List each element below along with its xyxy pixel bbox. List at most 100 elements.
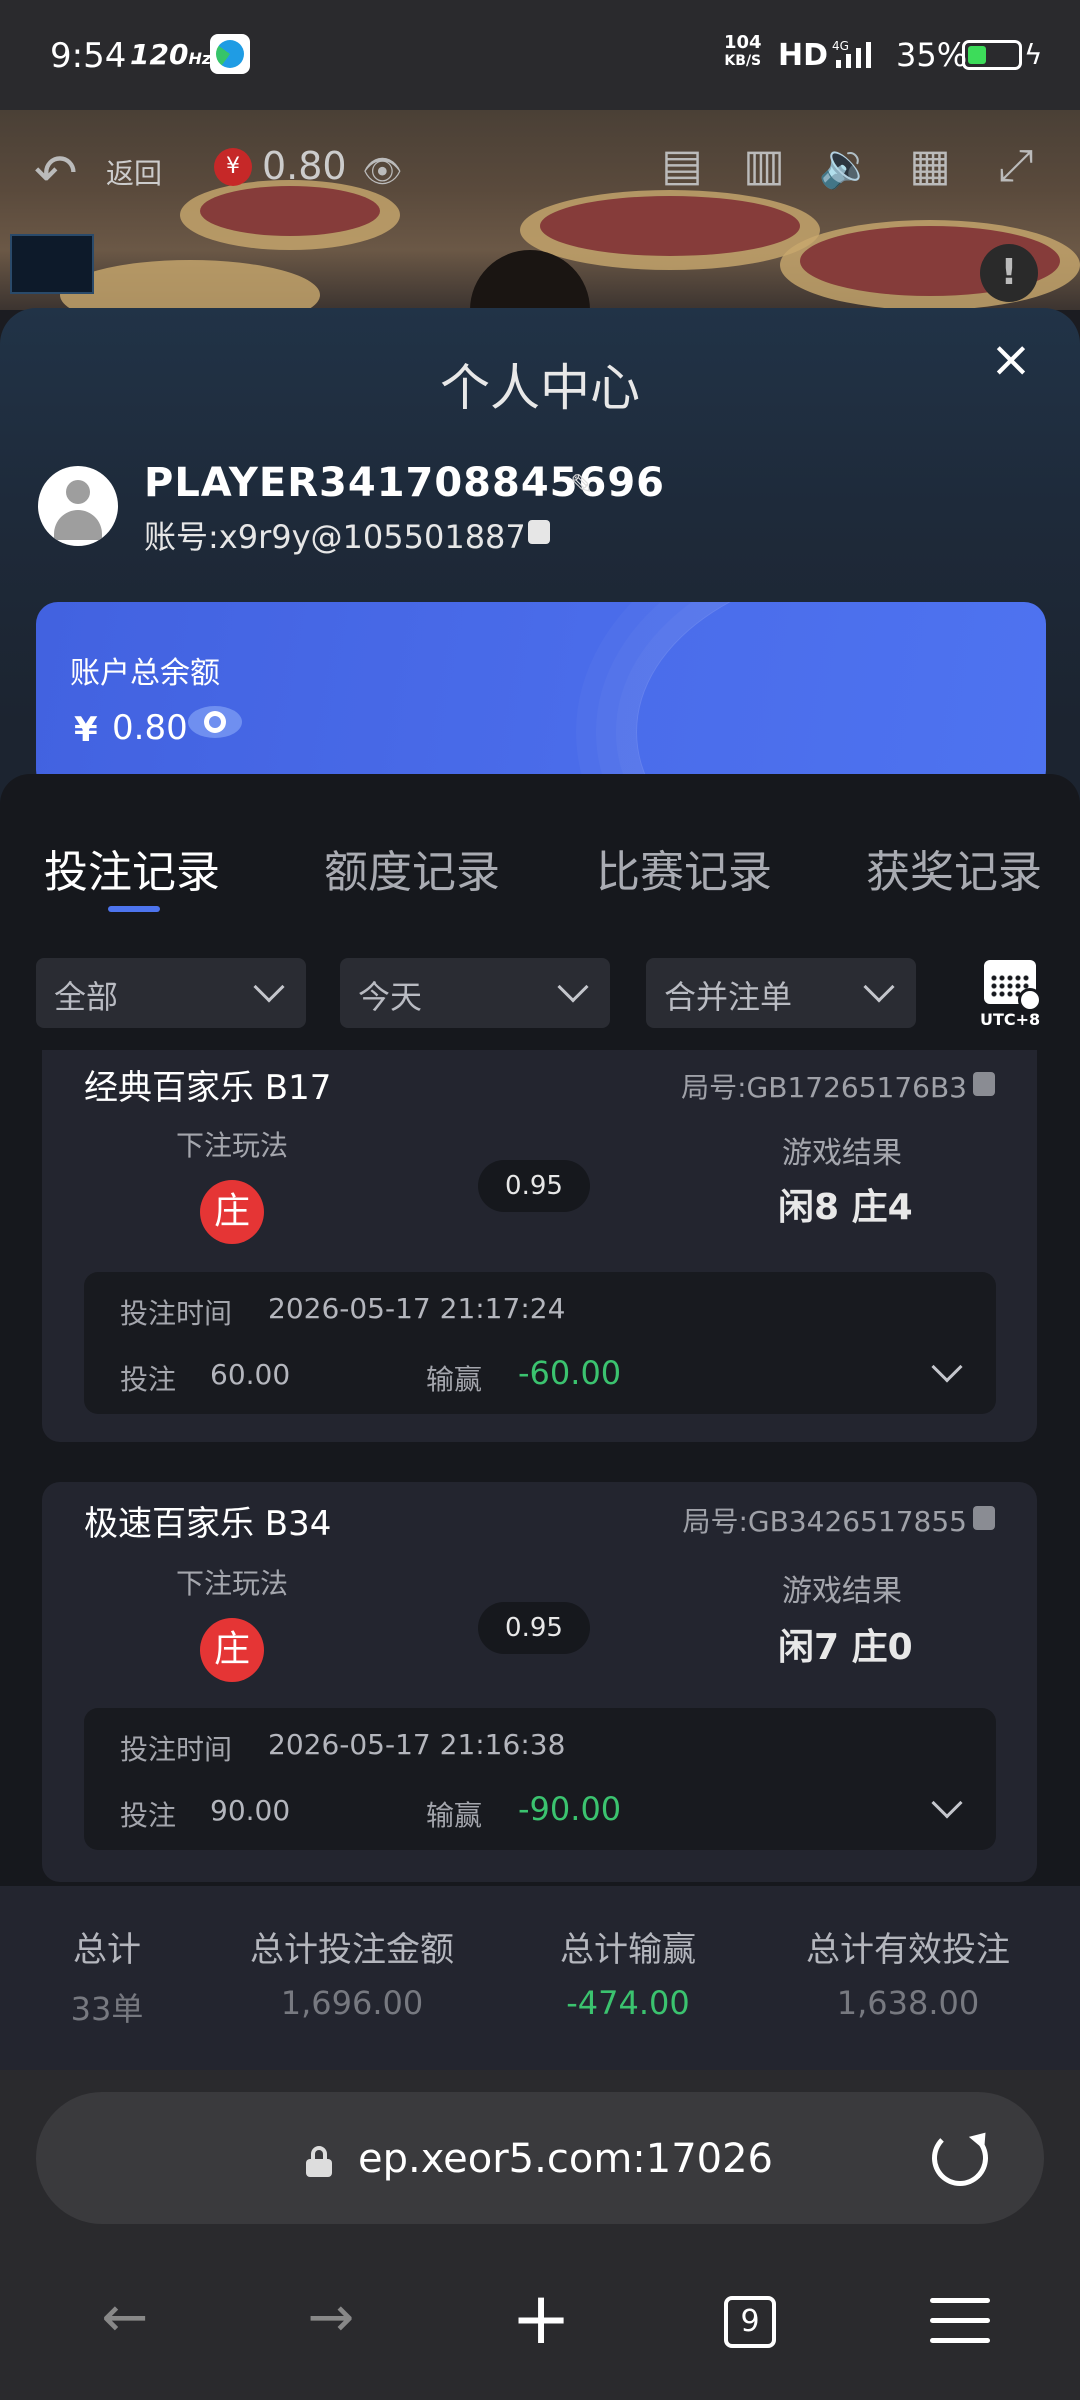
bet-amount-label: 投注 xyxy=(120,1799,177,1832)
status-bar: 9:54 120Hz 104 KB/S HD 4G 35% ϟ xyxy=(0,0,1080,110)
charging-icon: ϟ xyxy=(1024,38,1043,71)
network-type: 4G xyxy=(832,39,849,53)
round-id: 局号:GB17265176B3 xyxy=(681,1071,967,1104)
bet-detail: 投注时间 2026-05-17 21:16:38 投注 90.00 输赢 -90… xyxy=(84,1708,996,1850)
winloss-total: -474.00 xyxy=(566,1984,690,2022)
type-filter-dropdown[interactable]: 全部 xyxy=(36,958,306,1028)
volume-icon[interactable]: 🔉 xyxy=(818,138,874,194)
currency-symbol: ¥ xyxy=(74,710,98,750)
edge-app-icon xyxy=(210,34,250,74)
tab-match-records[interactable]: 比赛记录 xyxy=(596,836,772,900)
live-video-area: ↶ 返回 ¥ 0.80 👁 ▤ ▥ 🔉 ▦ ⤢ ! xyxy=(0,110,1080,310)
account-id: 账号:x9r9y@105501887 xyxy=(144,518,526,556)
balance-card: 账户总余额 ¥ 0.80 xyxy=(36,602,1046,792)
back-arrow-icon[interactable]: ↶ xyxy=(34,144,78,204)
avatar xyxy=(38,466,118,546)
bet-play-badge: 庄 xyxy=(200,1180,264,1244)
total-count: 33单 xyxy=(70,1990,144,2028)
winloss-label: 输赢 xyxy=(426,1363,483,1396)
game-result: 闲7 庄0 xyxy=(778,1627,913,1668)
total-count-label: 总计 xyxy=(73,1930,141,1970)
battery-percent: 35% xyxy=(896,36,968,74)
valid-bet-label: 总计有效投注 xyxy=(806,1930,1010,1970)
bet-play-label: 下注玩法 xyxy=(176,1567,289,1600)
menu-icon[interactable] xyxy=(930,2298,990,2344)
document-icon[interactable]: ▤ xyxy=(654,138,710,194)
bet-record-card[interactable]: 经典百家乐 B17 局号:GB17265176B3 下注玩法 庄 0.95 游戏… xyxy=(42,1050,1037,1442)
odds-pill: 0.95 xyxy=(478,1160,590,1212)
tab-switcher-button[interactable]: 9 xyxy=(724,2296,776,2348)
result-label: 游戏结果 xyxy=(782,1574,902,1609)
calendar-icon[interactable] xyxy=(984,960,1042,1012)
winloss-label: 输赢 xyxy=(426,1799,483,1832)
forward-icon[interactable]: → xyxy=(296,2288,366,2348)
chart-icon[interactable]: ▥ xyxy=(736,138,792,194)
tab-credit-records[interactable]: 额度记录 xyxy=(324,836,500,900)
game-name: 经典百家乐 B17 xyxy=(84,1068,332,1108)
net-speed: 104 KB/S xyxy=(724,32,762,70)
refresh-rate: 120Hz xyxy=(130,38,212,71)
reload-icon[interactable] xyxy=(932,2126,994,2186)
tab-prize-records[interactable]: 获奖记录 xyxy=(866,836,1042,900)
fullscreen-icon[interactable]: ⤢ xyxy=(988,138,1044,194)
overlay-balance: 0.80 xyxy=(262,144,347,188)
clock: 9:54 xyxy=(50,36,127,76)
bet-total: 1,696.00 xyxy=(280,1984,424,2022)
chevron-down-icon[interactable] xyxy=(931,1787,963,1819)
winloss-total-label: 总计输赢 xyxy=(560,1930,696,1970)
eye-icon[interactable] xyxy=(186,700,244,744)
copy-icon[interactable] xyxy=(973,1506,995,1530)
winloss-value: -60.00 xyxy=(518,1354,622,1392)
bet-amount: 60.00 xyxy=(210,1358,291,1391)
game-name: 极速百家乐 B34 xyxy=(84,1504,332,1544)
odds-pill: 0.95 xyxy=(478,1602,590,1654)
copy-icon[interactable] xyxy=(973,1072,995,1096)
merge-filter-dropdown[interactable]: 合并注单 xyxy=(646,958,916,1028)
hd-indicator: HD xyxy=(778,38,829,73)
result-label: 游戏结果 xyxy=(782,1136,902,1171)
bet-play-label: 下注玩法 xyxy=(176,1129,289,1162)
balance-label: 账户总余额 xyxy=(70,656,220,691)
back-button[interactable]: 返回 xyxy=(106,152,162,192)
bet-time: 2026-05-17 21:16:38 xyxy=(268,1728,566,1761)
valid-bet-total: 1,638.00 xyxy=(836,1984,980,2022)
chevron-down-icon xyxy=(557,971,589,1003)
chevron-down-icon[interactable] xyxy=(931,1351,963,1383)
game-result: 闲8 庄4 xyxy=(778,1187,913,1228)
close-button[interactable]: × xyxy=(986,334,1036,384)
summary-bar: 总计 33单 总计投注金额 1,696.00 总计输赢 -474.00 总计有效… xyxy=(0,1886,1080,2070)
bet-time: 2026-05-17 21:17:24 xyxy=(268,1292,566,1325)
grid-icon[interactable]: ▦ xyxy=(902,138,958,194)
back-icon[interactable]: ← xyxy=(90,2288,160,2348)
balance-value: 0.80 xyxy=(112,708,188,748)
copy-icon[interactable] xyxy=(528,520,550,544)
timezone-label: UTC+8 xyxy=(980,1010,1041,1029)
bet-total-label: 总计投注金额 xyxy=(250,1930,454,1970)
bet-detail: 投注时间 2026-05-17 21:17:24 投注 60.00 输赢 -60… xyxy=(84,1272,996,1414)
url-text[interactable]: ep.xeor5.com:17026 xyxy=(358,2136,773,2182)
edit-icon[interactable]: ✎ xyxy=(570,468,593,501)
tab-bet-records[interactable]: 投注记录 xyxy=(44,836,220,900)
eye-icon[interactable]: 👁 xyxy=(362,152,403,190)
signal-icon: 4G xyxy=(832,39,871,68)
alert-icon[interactable]: ! xyxy=(980,244,1038,302)
records-section: 投注记录 额度记录 比赛记录 获奖记录 全部 今天 合并注单 UTC+8 经典百… xyxy=(0,774,1080,2068)
coin-icon: ¥ xyxy=(214,148,252,186)
winloss-value: -90.00 xyxy=(518,1790,622,1828)
tab-indicator xyxy=(108,906,160,912)
battery-icon xyxy=(962,40,1022,70)
round-id: 局号:GB3426517855 xyxy=(682,1505,968,1538)
chevron-down-icon xyxy=(863,971,895,1003)
bet-amount-label: 投注 xyxy=(120,1363,177,1396)
bet-record-card[interactable]: 极速百家乐 B34 局号:GB3426517855 下注玩法 庄 0.95 游戏… xyxy=(42,1482,1037,1882)
panel-title: 个人中心 xyxy=(440,359,640,417)
bet-play-badge: 庄 xyxy=(200,1618,264,1682)
bet-time-label: 投注时间 xyxy=(120,1297,233,1330)
new-tab-icon[interactable]: + xyxy=(506,2282,576,2354)
address-bar[interactable]: ep.xeor5.com:17026 xyxy=(36,2092,1044,2224)
bet-amount: 90.00 xyxy=(210,1794,291,1827)
browser-bar: ep.xeor5.com:17026 ← → + 9 xyxy=(0,2070,1080,2400)
lock-icon xyxy=(306,2146,332,2177)
date-filter-dropdown[interactable]: 今天 xyxy=(340,958,610,1028)
bet-time-label: 投注时间 xyxy=(120,1733,233,1766)
